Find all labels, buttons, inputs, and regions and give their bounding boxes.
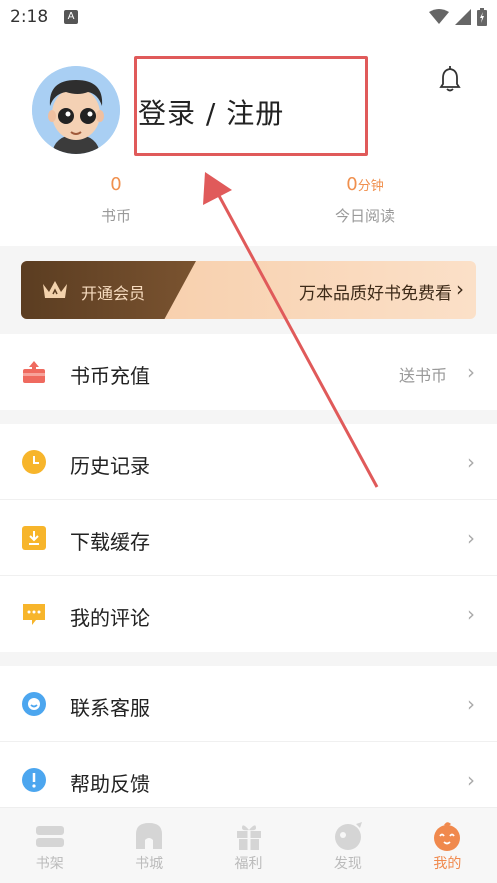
battery-icon — [477, 8, 487, 26]
bookshelf-icon — [35, 826, 64, 847]
menu-group-support: 联系客服 › 帮助反馈 › — [0, 666, 497, 818]
menu-item-label: 历史记录 — [70, 454, 150, 478]
menu-item-label: 我的评论 — [70, 606, 150, 630]
bottom-tab-bar: 书架 书城 福利 发现 我的 — [0, 807, 497, 883]
tab-label: 发现 — [333, 856, 362, 872]
menu-group-wallet: 书币充值 送书币 › — [0, 334, 497, 410]
menu-item-extra: 送书币 — [398, 366, 447, 385]
tab-bookshelf[interactable]: 书架 — [0, 808, 99, 883]
avatar[interactable] — [32, 66, 120, 154]
menu-item-label: 下载缓存 — [70, 530, 150, 554]
reading-value-wrap: 0分钟 — [295, 174, 435, 195]
mine-icon — [434, 822, 461, 851]
tab-mine[interactable]: 我的 — [398, 808, 497, 883]
annotation-highlight-box — [134, 56, 368, 156]
discover-icon — [334, 822, 362, 850]
bell-icon[interactable] — [438, 66, 462, 92]
menu-item-label: 帮助反馈 — [70, 772, 150, 796]
coins-stat[interactable]: 0 书币 — [46, 174, 186, 226]
vip-promo-label: 万本品质好书免费看 — [299, 284, 452, 304]
menu-item-recharge[interactable]: 书币充值 送书币 › — [0, 334, 497, 410]
chevron-right-icon: › — [467, 526, 475, 550]
coins-value: 0 — [110, 174, 122, 195]
menu-item-label: 书币充值 — [70, 364, 150, 388]
keyboard-indicator-icon: A — [64, 10, 78, 24]
tab-label: 我的 — [433, 856, 462, 872]
chevron-right-icon: › — [467, 360, 475, 384]
menu-item-history[interactable]: 历史记录 › — [0, 424, 497, 500]
wifi-icon — [429, 9, 449, 24]
chevron-right-icon: › — [467, 450, 475, 474]
chevron-right-icon: › — [467, 692, 475, 716]
clock-icon — [22, 450, 46, 474]
tab-label: 书城 — [135, 856, 164, 872]
profile-header: 登录 / 注册 0 书币 0分钟 今日阅读 — [0, 34, 497, 246]
crown-icon — [43, 281, 67, 298]
status-bar: 2:18 A — [0, 0, 497, 34]
tab-bookstore[interactable]: 书城 — [99, 808, 198, 883]
bookstore-icon — [136, 823, 163, 849]
vip-chevron-icon: › — [456, 277, 464, 301]
reading-unit: 分钟 — [357, 179, 384, 194]
tab-label: 福利 — [234, 856, 263, 872]
tab-welfare[interactable]: 福利 — [199, 808, 298, 883]
profile-page: 2:18 A 登录 / 注册 0 书币 0分钟 今日阅读 开通会员 万本品质好书… — [0, 0, 497, 883]
download-icon — [22, 526, 46, 550]
chevron-right-icon: › — [467, 768, 475, 792]
reading-value: 0 — [346, 174, 358, 195]
vip-open-label: 开通会员 — [81, 284, 146, 303]
signal-icon — [455, 9, 471, 25]
service-icon — [22, 692, 46, 716]
gift-icon — [236, 825, 261, 850]
menu-item-comments[interactable]: 我的评论 › — [0, 576, 497, 652]
chevron-right-icon: › — [467, 602, 475, 626]
tab-label: 书架 — [35, 856, 64, 872]
recharge-icon — [23, 361, 45, 383]
vip-banner[interactable]: 开通会员 万本品质好书免费看 › — [21, 261, 476, 319]
reading-label: 今日阅读 — [334, 207, 395, 225]
help-icon — [22, 768, 46, 792]
status-icons — [429, 8, 487, 26]
reading-stat[interactable]: 0分钟 今日阅读 — [295, 174, 435, 226]
comment-icon — [23, 604, 45, 625]
status-time: 2:18 — [10, 7, 49, 27]
tab-discover[interactable]: 发现 — [298, 808, 397, 883]
avatar-face-icon — [32, 66, 120, 154]
menu-item-download[interactable]: 下载缓存 › — [0, 500, 497, 576]
coins-label: 书币 — [100, 207, 131, 225]
menu-group-content: 历史记录 › 下载缓存 › 我的评论 › — [0, 424, 497, 652]
menu-item-customer-service[interactable]: 联系客服 › — [0, 666, 497, 742]
menu-item-label: 联系客服 — [70, 696, 150, 720]
